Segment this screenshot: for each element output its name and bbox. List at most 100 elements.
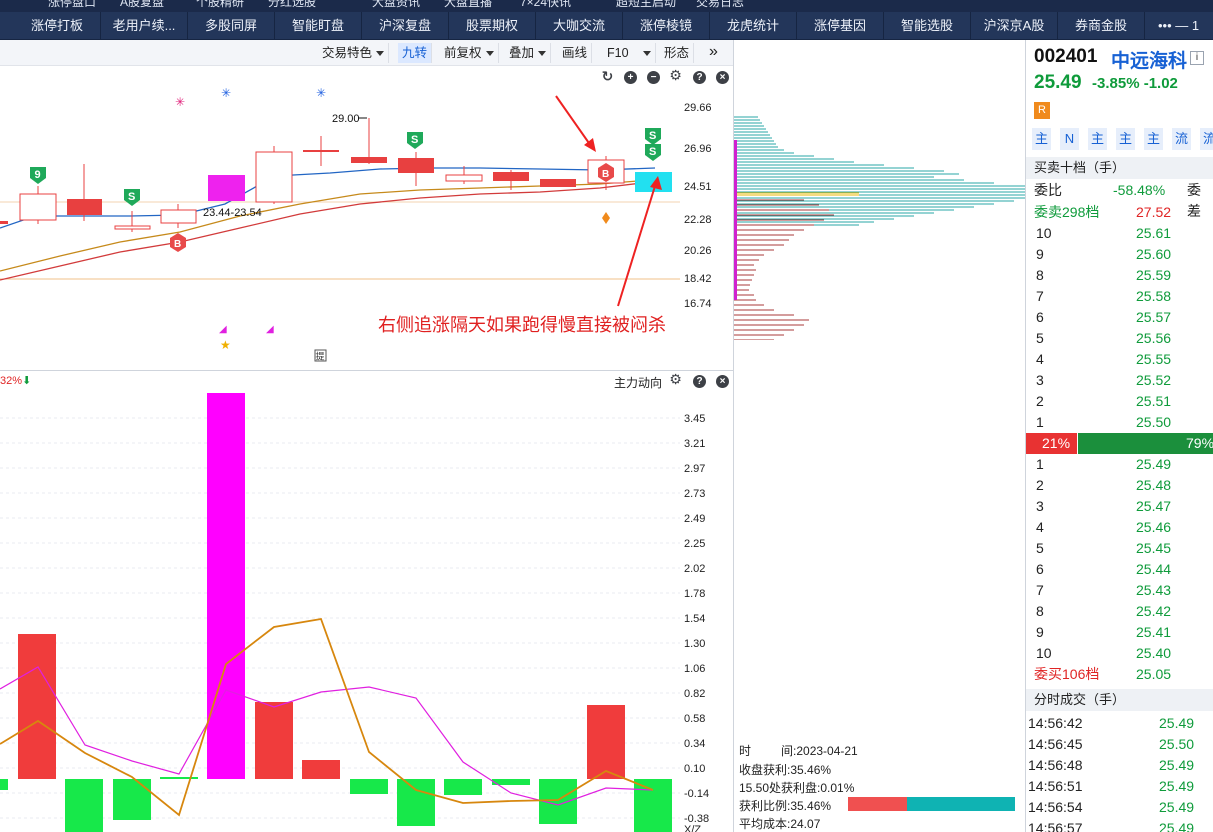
- sell-level-row[interactable]: 3 25.52: [1026, 370, 1213, 391]
- flow-bar: [302, 760, 340, 779]
- nav-tab[interactable]: 大咖交流: [536, 12, 623, 40]
- r-badge[interactable]: R: [1034, 102, 1050, 119]
- quote-tab[interactable]: 主: [1032, 128, 1051, 150]
- buy-level-row[interactable]: 3 25.47: [1026, 496, 1213, 517]
- top-menu-item[interactable]: 交易日志: [696, 0, 744, 10]
- y-tick: 2.97: [684, 463, 705, 475]
- candle: [540, 179, 576, 187]
- draw-line-button[interactable]: 画线: [558, 43, 593, 63]
- nav-tab[interactable]: 沪深京A股: [971, 12, 1058, 40]
- overlay-dropdown[interactable]: 叠加: [505, 43, 552, 63]
- money-flow-y-axis: 3.45 3.21 2.97 2.73 2.49 2.25 2.02 1.78 …: [684, 413, 709, 832]
- candle: [0, 221, 8, 224]
- quote-tab[interactable]: 主: [1144, 128, 1163, 150]
- expand-button[interactable]: »: [705, 43, 722, 63]
- quote-tab[interactable]: 主: [1088, 128, 1107, 150]
- quote-tab[interactable]: 流: [1200, 128, 1213, 150]
- chip-time-value: 间:2023-04-21: [781, 744, 858, 758]
- high-price-label: 29.00: [332, 113, 360, 125]
- trade-feature-dropdown[interactable]: 交易特色: [318, 43, 390, 63]
- nav-tab[interactable]: 沪深复盘: [362, 12, 449, 40]
- sell-level-row[interactable]: 4 25.55: [1026, 349, 1213, 370]
- sell-level-row[interactable]: 8 25.59: [1026, 265, 1213, 286]
- top-menu-item[interactable]: 大盘直播: [444, 0, 492, 10]
- stock-name[interactable]: 中远海科: [1111, 46, 1187, 73]
- sell-level-row[interactable]: 6 25.57: [1026, 307, 1213, 328]
- level-num: 3: [1036, 372, 1044, 388]
- buy-level-row[interactable]: 1 25.49: [1026, 454, 1213, 475]
- sell-total-row: 委卖298档 27.52: [1026, 202, 1213, 223]
- buy-level-row[interactable]: 7 25.43: [1026, 580, 1213, 601]
- sell-level-row[interactable]: 7 25.58: [1026, 286, 1213, 307]
- top-menu-item[interactable]: 涨停盘口: [48, 0, 96, 10]
- nav-tab[interactable]: 涨停基因: [797, 12, 884, 40]
- level-num: 4: [1036, 519, 1044, 535]
- shape-button[interactable]: 形态: [660, 43, 695, 63]
- kline-chart[interactable]: 29.66 26.96 24.51 22.28 20.26 18.42 16.7…: [0, 66, 733, 369]
- buy-level-row[interactable]: 10 25.40: [1026, 643, 1213, 664]
- money-flow-bars: [0, 393, 672, 832]
- buy-level-row[interactable]: 4 25.46: [1026, 517, 1213, 538]
- buy-level-row[interactable]: 5 25.45: [1026, 538, 1213, 559]
- quote-tab[interactable]: N: [1060, 128, 1079, 150]
- nav-tab[interactable]: 涨停打板: [14, 12, 101, 40]
- star-icon: ★: [220, 338, 231, 352]
- chip-profit-15: 15.50处获利盘:0.01%: [739, 781, 855, 795]
- top-menu-item[interactable]: 大盘资讯: [372, 0, 420, 10]
- buy-level-row[interactable]: 9 25.41: [1026, 622, 1213, 643]
- chip-distribution-chart[interactable]: [734, 40, 1025, 340]
- money-flow-chart[interactable]: 3.45 3.21 2.97 2.73 2.49 2.25 2.02 1.78 …: [0, 371, 733, 832]
- sell-badge-text: S: [649, 130, 656, 142]
- buy-level-row[interactable]: 8 25.42: [1026, 601, 1213, 622]
- flag-marker-icon: ◢: [219, 324, 227, 335]
- level-price: 25.57: [1136, 309, 1172, 325]
- y-tick: 1.54: [684, 613, 705, 625]
- nav-tab[interactable]: 股票期权: [449, 12, 536, 40]
- quote-tab[interactable]: 流: [1172, 128, 1191, 150]
- top-menu-item[interactable]: 7×24快讯: [520, 0, 571, 10]
- nine-badge: 9: [30, 167, 46, 184]
- sell-level-row[interactable]: 10 25.61: [1026, 223, 1213, 244]
- nav-tab[interactable]: 老用户续...: [101, 12, 188, 40]
- sell-level-row[interactable]: 5 25.56: [1026, 328, 1213, 349]
- sell-level-row[interactable]: 1 25.50: [1026, 412, 1213, 433]
- sell-badge: S: [407, 132, 423, 149]
- nav-tab[interactable]: 涨停棱镜: [623, 12, 710, 40]
- level-num: 8: [1036, 603, 1044, 619]
- trade-feature-label: 交易特色: [322, 46, 373, 60]
- tick-time: 14:56:51: [1028, 778, 1083, 794]
- nine-badge-text: 9: [35, 169, 41, 181]
- tick-price: 25.50: [1159, 736, 1195, 752]
- chevron-down-icon: [376, 51, 385, 57]
- nav-tab[interactable]: 多股同屏: [188, 12, 275, 40]
- nine-turn-button[interactable]: 九转: [398, 43, 433, 63]
- buy-level-row[interactable]: 6 25.44: [1026, 559, 1213, 580]
- sell-level-row[interactable]: 2 25.51: [1026, 391, 1213, 412]
- top-menu-item[interactable]: A股复盘: [120, 0, 164, 10]
- level-price: 25.41: [1136, 624, 1172, 640]
- profit-ratio-bar-sell: [848, 797, 907, 811]
- top-menu-item[interactable]: 个股精研: [196, 0, 244, 10]
- nav-more-button[interactable]: ••• — 1: [1152, 12, 1213, 40]
- level-num: 7: [1036, 582, 1044, 598]
- star-marker-icon: ✳: [175, 95, 185, 109]
- quote-tab[interactable]: 主: [1116, 128, 1135, 150]
- tick-row: 14:56:51 25.49: [1026, 776, 1213, 797]
- buy-total-price: 25.05: [1136, 666, 1172, 682]
- change-abs: -1.02: [1143, 75, 1178, 92]
- top-menu-item[interactable]: 分红选股: [268, 0, 316, 10]
- star-marker-icon: ✳: [316, 86, 326, 100]
- top-menu-item[interactable]: 超短主启动: [616, 0, 676, 10]
- nav-tab[interactable]: 智能选股: [884, 12, 971, 40]
- kline-y-axis: 29.66 26.96 24.51 22.28 20.26 18.42 16.7…: [684, 102, 712, 310]
- info-icon[interactable]: i: [1190, 51, 1204, 65]
- nav-tab[interactable]: 券商金股: [1058, 12, 1145, 40]
- sell-level-row[interactable]: 9 25.60: [1026, 244, 1213, 265]
- sell-total-price: 27.52: [1136, 204, 1172, 220]
- f10-dropdown[interactable]: F10: [603, 43, 656, 63]
- buy-level-row[interactable]: 2 25.48: [1026, 475, 1213, 496]
- level-num: 3: [1036, 498, 1044, 514]
- adjust-dropdown[interactable]: 前复权: [440, 43, 499, 63]
- nav-tab[interactable]: 智能盯盘: [275, 12, 362, 40]
- nav-tab[interactable]: 龙虎统计: [710, 12, 797, 40]
